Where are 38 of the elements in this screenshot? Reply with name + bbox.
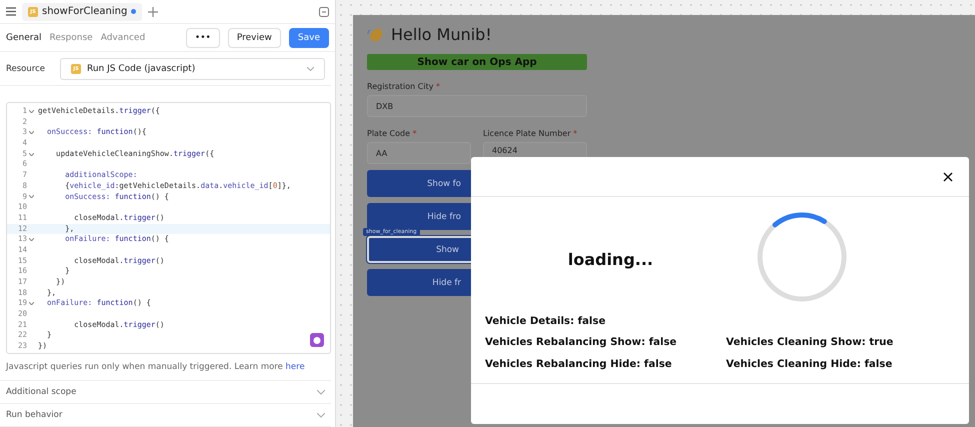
loading-text: loading... bbox=[568, 250, 654, 270]
ops-app-button[interactable]: Show car on Ops App bbox=[367, 54, 587, 70]
more-button[interactable]: ••• bbox=[186, 28, 220, 48]
city-select[interactable]: DXB bbox=[367, 95, 587, 117]
fold-caret-icon[interactable] bbox=[28, 110, 34, 113]
chevron-icon bbox=[307, 66, 314, 70]
status-text: Vehicles Rebalancing Show: false bbox=[485, 337, 678, 350]
close-icon[interactable] bbox=[943, 172, 953, 182]
plus-icon[interactable] bbox=[148, 6, 158, 16]
preview-button[interactable]: Preview bbox=[228, 28, 281, 48]
section-header[interactable]: Run behavior bbox=[0, 404, 331, 427]
fold-caret-icon[interactable] bbox=[28, 302, 34, 306]
status-text: Vehicles Cleaning Hide: false bbox=[726, 358, 894, 372]
field-label: Registration City * bbox=[367, 82, 442, 91]
fold-caret-icon[interactable] bbox=[28, 131, 34, 134]
collapse-icon[interactable] bbox=[319, 6, 329, 16]
fold-caret-icon[interactable] bbox=[28, 152, 34, 156]
query-title: showForCleaning bbox=[42, 6, 128, 17]
plate-code-field[interactable]: AA bbox=[367, 142, 471, 164]
status-text: Vehicle Details: false bbox=[485, 316, 607, 328]
status-text: Vehicles Cleaning Show: true bbox=[726, 337, 894, 350]
hint-text: Javascript queries run only when manually triggered. Learn more here bbox=[6, 362, 305, 372]
sub-tab[interactable]: Advanced bbox=[100, 32, 146, 42]
status-text: Vehicles Rebalancing Hide: false bbox=[485, 358, 673, 372]
field-label: Licence Plate Number * bbox=[483, 129, 578, 138]
menu-icon[interactable] bbox=[6, 7, 16, 16]
save-button[interactable]: Save bbox=[288, 28, 329, 48]
section-header[interactable]: Additional scope bbox=[0, 381, 331, 404]
field-label: Plate Code * bbox=[367, 129, 418, 138]
fold-caret-icon[interactable] bbox=[28, 238, 34, 242]
resource-label: Resource bbox=[6, 64, 46, 74]
sub-tab[interactable]: Response bbox=[49, 32, 93, 42]
fold-caret-icon[interactable] bbox=[28, 195, 34, 198]
code-editor[interactable] bbox=[6, 102, 331, 354]
assistant-icon[interactable] bbox=[310, 333, 324, 347]
greeting-title: Hello Munib! bbox=[391, 25, 492, 44]
learn-more-link[interactable]: here bbox=[286, 362, 305, 372]
sub-tab[interactable]: General bbox=[6, 32, 42, 42]
